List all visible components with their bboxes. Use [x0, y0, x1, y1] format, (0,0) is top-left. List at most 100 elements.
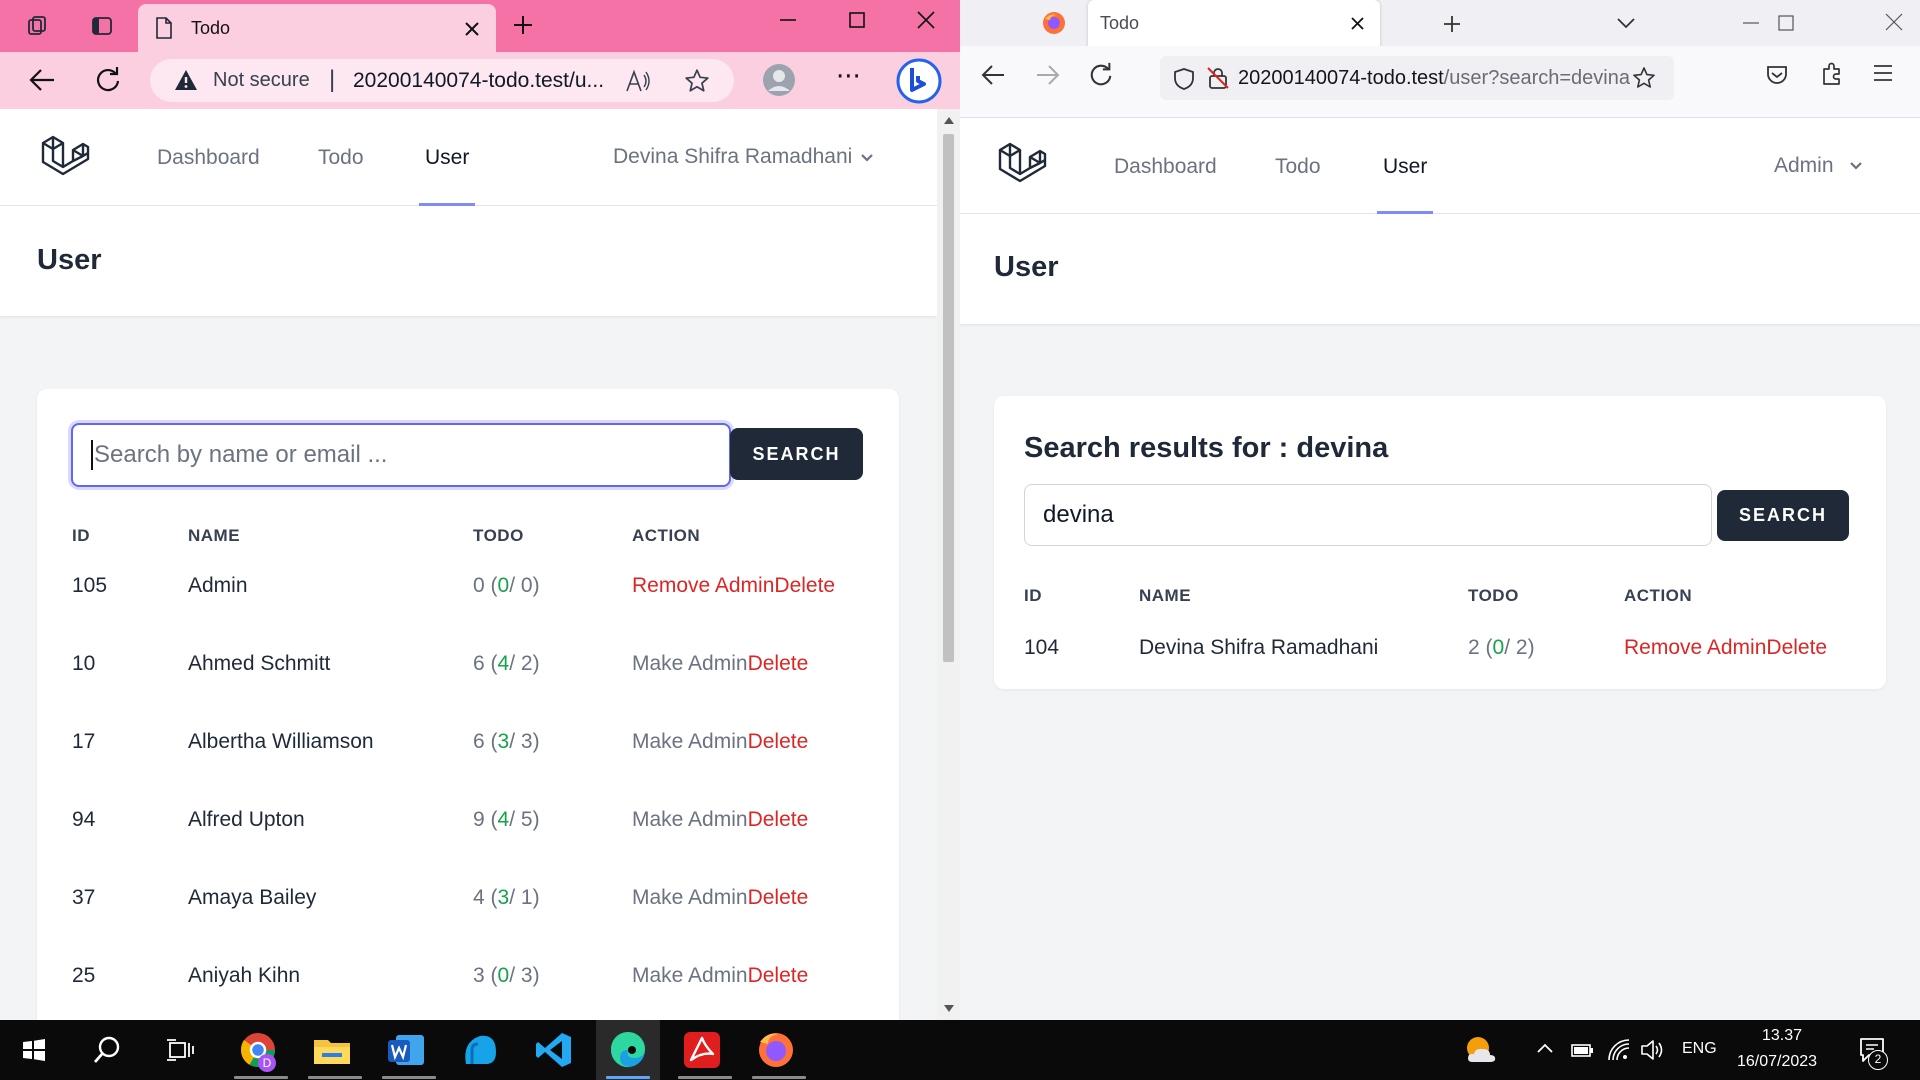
chevron-up-icon[interactable] — [1536, 1042, 1554, 1054]
make-admin-link[interactable]: Make Admin — [632, 730, 748, 753]
extensions-icon[interactable] — [1820, 61, 1844, 87]
new-tab-icon[interactable] — [512, 14, 534, 36]
delete-link[interactable]: Delete — [748, 886, 809, 909]
make-admin-link[interactable]: Make Admin — [632, 886, 748, 909]
back-icon[interactable] — [28, 67, 56, 93]
make-admin-link[interactable]: Make Admin — [632, 808, 748, 831]
maximize-icon[interactable] — [848, 11, 866, 29]
task-view-icon[interactable] — [166, 1038, 194, 1062]
tab-actions-icon[interactable] — [90, 14, 114, 38]
favorite-star-icon[interactable] — [684, 68, 710, 94]
todo-pending: 2 — [1515, 636, 1528, 659]
window-close-icon[interactable] — [1885, 13, 1903, 31]
delete-link[interactable]: Delete — [748, 808, 809, 831]
delete-link[interactable]: Delete — [1766, 636, 1827, 659]
nav-dashboard[interactable]: Dashboard — [1114, 155, 1217, 179]
nav-todo[interactable]: Todo — [318, 146, 364, 170]
chevron-down-icon[interactable] — [1849, 161, 1863, 171]
minimize-icon[interactable] — [1742, 14, 1760, 32]
delete-link[interactable]: Delete — [748, 652, 809, 675]
chrome-running-indicator — [234, 1076, 288, 1079]
insecure-lock-icon[interactable] — [1206, 66, 1230, 90]
todo-pending: 3 — [520, 730, 533, 753]
address-bar[interactable]: 20200140074-todo.test/user?search=devina — [1160, 56, 1674, 100]
make-admin-link[interactable]: Make Admin — [632, 964, 748, 987]
nav-user[interactable]: User — [1383, 155, 1427, 179]
firefox-icon[interactable] — [754, 1028, 798, 1072]
back-icon[interactable] — [980, 63, 1006, 87]
close-icon[interactable] — [464, 21, 480, 37]
vscode-icon[interactable] — [532, 1028, 576, 1072]
search-button[interactable]: SEARCH — [730, 428, 863, 480]
tab-todo[interactable]: Todo — [138, 4, 496, 52]
clock-time[interactable]: 13.37 — [1762, 1027, 1802, 1045]
wifi-icon[interactable] — [1606, 1038, 1632, 1062]
laravel-logo-icon[interactable] — [40, 133, 90, 185]
bookmark-star-icon[interactable] — [1632, 66, 1656, 90]
search-icon[interactable] — [92, 1035, 122, 1065]
url-text[interactable]: 20200140074-todo.test/user?search=devina — [1238, 67, 1630, 90]
volume-icon[interactable] — [1640, 1038, 1666, 1062]
chevron-down-icon[interactable] — [860, 153, 874, 163]
cell-name: Amaya Bailey — [188, 886, 317, 909]
nav-todo[interactable]: Todo — [1275, 155, 1321, 179]
security-label[interactable]: Not secure — [213, 69, 310, 92]
delete-link[interactable]: Delete — [748, 730, 809, 753]
app-icon[interactable] — [458, 1028, 502, 1072]
profile-icon[interactable] — [762, 63, 796, 97]
weather-icon[interactable] — [1462, 1032, 1500, 1068]
search-placeholder: Search by name or email ... — [94, 441, 388, 468]
pocket-icon[interactable] — [1765, 63, 1789, 87]
edge-window: Todo Not secure | 20200140074-todo.test/… — [0, 0, 960, 1020]
search-input[interactable]: devina — [1024, 484, 1712, 546]
refresh-icon[interactable] — [94, 65, 122, 93]
search-button[interactable]: SEARCH — [1717, 490, 1849, 541]
new-tab-icon[interactable] — [1442, 14, 1462, 34]
make-admin-link[interactable]: Make Admin — [632, 652, 748, 675]
refresh-icon[interactable] — [1088, 61, 1114, 87]
left-page-content: Dashboard Todo User Devina Shifra Ramadh… — [0, 109, 937, 1020]
scroll-up-icon[interactable] — [944, 117, 954, 124]
scrollbar-thumb[interactable] — [943, 134, 954, 662]
warning-icon[interactable] — [174, 69, 198, 91]
scrollbar[interactable] — [937, 109, 960, 1020]
read-aloud-icon[interactable] — [625, 69, 651, 93]
word-icon[interactable] — [384, 1028, 428, 1072]
firefox-icon[interactable] — [1042, 11, 1066, 35]
user-menu[interactable]: Devina Shifra Ramadhani — [613, 145, 852, 169]
minimize-icon[interactable] — [778, 10, 798, 30]
scroll-down-icon[interactable] — [944, 1005, 954, 1012]
list-tabs-icon[interactable] — [1616, 16, 1636, 30]
clock-date[interactable]: 16/07/2023 — [1737, 1053, 1817, 1071]
close-icon[interactable] — [1350, 16, 1365, 31]
battery-icon[interactable] — [1570, 1039, 1594, 1061]
nav-dashboard[interactable]: Dashboard — [157, 146, 260, 170]
url-text[interactable]: 20200140074-todo.test/u... — [353, 69, 604, 93]
todo-total: 6 — [473, 730, 485, 753]
window-close-icon[interactable] — [916, 10, 936, 30]
todo-done: 0 — [497, 964, 510, 987]
nav-user[interactable]: User — [425, 146, 469, 170]
more-icon[interactable]: ··· — [836, 62, 861, 92]
workspaces-icon[interactable] — [26, 14, 50, 38]
laravel-logo-icon[interactable] — [997, 140, 1047, 192]
tab-todo[interactable]: Todo — [1088, 0, 1380, 50]
remove-admin-link[interactable]: Remove Admin — [1624, 636, 1766, 659]
bing-icon[interactable] — [896, 58, 942, 104]
shield-icon[interactable] — [1173, 67, 1195, 91]
remove-admin-link[interactable]: Remove Admin — [632, 574, 774, 597]
file-explorer-icon[interactable] — [310, 1028, 354, 1072]
menu-icon[interactable] — [1873, 64, 1893, 82]
delete-link[interactable]: Delete — [748, 964, 809, 987]
language-indicator[interactable]: ENG — [1682, 1040, 1717, 1058]
delete-link[interactable]: Delete — [774, 574, 835, 597]
maximize-icon[interactable] — [1777, 14, 1795, 32]
search-input[interactable]: Search by name or email ... — [71, 423, 731, 487]
windows-start-icon[interactable] — [22, 1038, 46, 1062]
acrobat-icon[interactable] — [680, 1028, 724, 1072]
user-menu[interactable]: Admin — [1774, 154, 1834, 178]
edge-icon[interactable] — [606, 1028, 650, 1072]
forward-icon[interactable] — [1035, 63, 1061, 87]
address-bar[interactable]: Not secure | 20200140074-todo.test/u... — [150, 59, 734, 102]
todo-done: 3 — [497, 730, 510, 753]
